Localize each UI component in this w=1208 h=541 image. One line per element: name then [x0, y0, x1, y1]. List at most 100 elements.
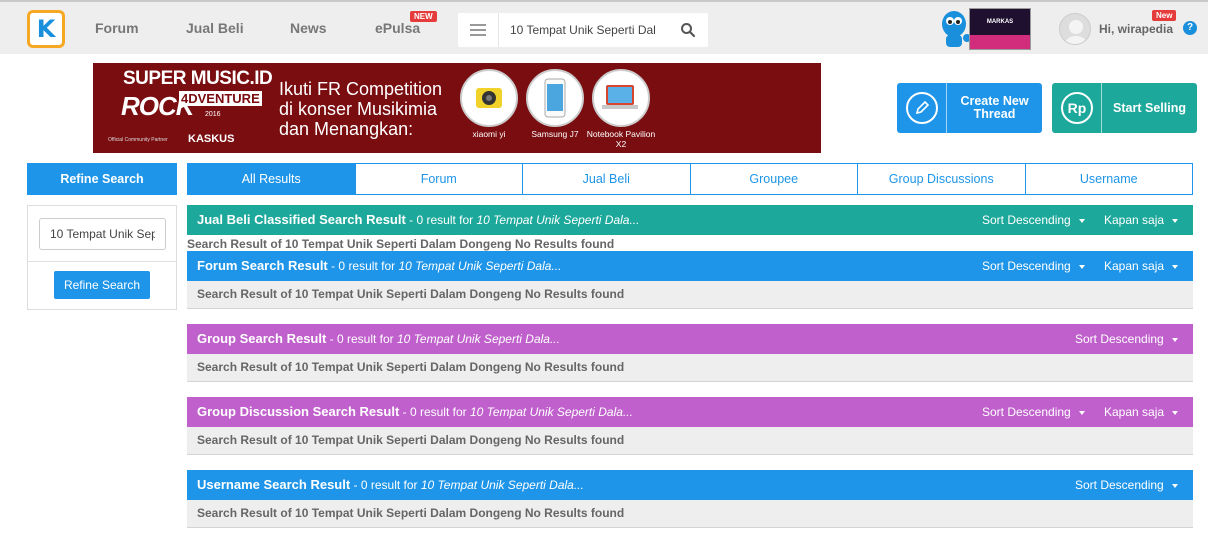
jualbeli-query: 10 Tempat Unik Seperti Dala...: [476, 213, 640, 227]
nav-epulsa[interactable]: ePulsa: [375, 20, 420, 36]
rupiah-icon: Rp: [1061, 92, 1093, 124]
forum-time-dropdown[interactable]: Kapan saja: [1104, 259, 1179, 273]
nav-jual-beli[interactable]: Jual Beli: [186, 20, 244, 36]
group-title-text: Group Search Result: [197, 331, 327, 346]
laptop-icon: [592, 69, 650, 127]
banner-partner: Official Community Partner: [108, 137, 168, 143]
jualbeli-sort-dropdown[interactable]: Sort Descending: [982, 213, 1085, 227]
search-icon[interactable]: [680, 22, 696, 38]
time-label: Kapan saja: [1104, 405, 1165, 419]
banner-brand: SUPER MUSIC.ID: [123, 68, 273, 89]
nav-news[interactable]: News: [290, 20, 327, 36]
search-bar: [458, 13, 708, 47]
groupdisc-query: 10 Tempat Unik Seperti Dala...: [469, 405, 633, 419]
jualbeli-result-header: Jual Beli Classified Search Result - 0 r…: [187, 205, 1193, 235]
groupdisc-title-text: Group Discussion Search Result: [197, 404, 400, 419]
user-new-badge: New: [1152, 10, 1177, 21]
refine-search-button[interactable]: Refine Search: [54, 271, 150, 299]
chevron-down-icon: [1078, 218, 1085, 223]
time-label: Kapan saja: [1104, 259, 1165, 273]
username-sort-dropdown[interactable]: Sort Descending: [1075, 478, 1178, 492]
username-result-header: Username Search Result - 0 result for 10…: [187, 470, 1193, 500]
tab-username[interactable]: Username: [1025, 164, 1192, 194]
forum-result-body: Search Result of 10 Tempat Unik Seperti …: [187, 281, 1193, 309]
time-label: Kapan saja: [1104, 213, 1165, 227]
groupdisc-result-header: Group Discussion Search Result - 0 resul…: [187, 397, 1193, 427]
refine-search-panel: Refine Search: [27, 205, 177, 310]
sort-label: Sort Descending: [982, 213, 1071, 227]
search-divider: [498, 13, 499, 47]
jualbeli-time-dropdown[interactable]: Kapan saja: [1104, 213, 1179, 227]
refine-divider: [28, 261, 176, 262]
sort-label: Sort Descending: [982, 405, 1071, 419]
groupdisc-result-title: Group Discussion Search Result - 0 resul…: [197, 404, 633, 419]
group-count: - 0 result for: [326, 332, 397, 346]
forum-result-title: Forum Search Result - 0 result for 10 Te…: [197, 258, 561, 273]
username-result-title: Username Search Result - 0 result for 10…: [197, 477, 584, 492]
groupdisc-sort-dropdown[interactable]: Sort Descending: [982, 405, 1085, 419]
pencil-icon: [906, 92, 938, 124]
refine-search-header: Refine Search: [27, 163, 177, 195]
promo-banner-text: MARKAS: [986, 19, 1014, 25]
chevron-down-icon: [1171, 337, 1178, 342]
tab-group-discussions[interactable]: Group Discussions: [858, 164, 1026, 194]
user-avatar[interactable]: [1059, 13, 1091, 45]
username-title-text: Username Search Result: [197, 477, 351, 492]
forum-title-text: Forum Search Result: [197, 258, 328, 273]
username-count: - 0 result for: [350, 478, 421, 492]
groupdisc-count: - 0 result for: [399, 405, 470, 419]
group-result-title: Group Search Result - 0 result for 10 Te…: [197, 331, 560, 346]
refine-search-input[interactable]: [39, 218, 166, 250]
groupdisc-time-dropdown[interactable]: Kapan saja: [1104, 405, 1179, 419]
start-selling-icon-wrap: Rp: [1052, 83, 1102, 133]
banner-kaskus: KASKUS: [188, 133, 235, 145]
chevron-down-icon: [1078, 410, 1085, 415]
banner-year: 2016: [205, 111, 221, 118]
create-thread-icon-wrap: [897, 83, 947, 133]
chevron-down-icon: [1172, 410, 1179, 415]
promo-banner-ad[interactable]: SUPER MUSIC.ID ROCK 4DVENTURE 2016 Offic…: [93, 63, 821, 153]
jualbeli-result-body: Search Result of 10 Tempat Unik Seperti …: [187, 237, 615, 251]
group-query: 10 Tempat Unik Seperti Dala...: [397, 332, 560, 346]
mascot-icon[interactable]: [938, 8, 972, 50]
chevron-down-icon: [1078, 264, 1085, 269]
event-promo-banner[interactable]: MARKAS: [969, 8, 1031, 50]
group-result-header: Group Search Result - 0 result for 10 Te…: [187, 324, 1193, 354]
forum-count: - 0 result for: [327, 259, 399, 273]
smartphone-icon: [526, 69, 584, 127]
forum-result-header: Forum Search Result - 0 result for 10 Te…: [187, 251, 1193, 281]
nav-forum[interactable]: Forum: [95, 20, 139, 36]
jualbeli-result-title: Jual Beli Classified Search Result - 0 r…: [197, 212, 639, 227]
search-input[interactable]: [510, 21, 660, 39]
chevron-down-icon: [1171, 483, 1178, 488]
username-query: 10 Tempat Unik Seperti Dala...: [420, 478, 584, 492]
sort-label: Sort Descending: [982, 259, 1071, 273]
result-tabs: All Results Forum Jual Beli Groupee Grou…: [187, 163, 1193, 195]
create-thread-label: Create New Thread: [960, 94, 1029, 121]
logo-letter: K: [36, 15, 56, 43]
tab-all-results[interactable]: All Results: [188, 164, 356, 194]
start-selling-label: Start Selling: [1113, 100, 1186, 115]
forum-query: 10 Tempat Unik Seperti Dala...: [398, 259, 562, 273]
tab-jual-beli[interactable]: Jual Beli: [523, 164, 691, 194]
banner-headline: Ikuti FR Competition di konser Musikimia…: [279, 79, 443, 139]
prize-label-3: Notebook Pavilion X2: [586, 129, 656, 149]
start-selling-button[interactable]: Rp Start Selling: [1052, 83, 1197, 133]
xiaomi-camera-icon: [460, 69, 518, 127]
tab-forum[interactable]: Forum: [355, 164, 523, 194]
new-badge: NEW: [410, 11, 437, 22]
banner-adventure: 4DVENTURE: [179, 91, 262, 106]
chevron-down-icon: [1172, 218, 1179, 223]
jualbeli-count: - 0 result for: [405, 213, 477, 227]
user-greeting[interactable]: Hi, wirapedia: [1099, 22, 1173, 36]
create-thread-button[interactable]: Create New Thread: [897, 83, 1042, 133]
hamburger-menu-icon[interactable]: [470, 24, 486, 36]
group-sort-dropdown[interactable]: Sort Descending: [1075, 332, 1178, 346]
tab-groupee[interactable]: Groupee: [690, 164, 858, 194]
kaskus-logo[interactable]: K: [27, 10, 65, 48]
jualbeli-title-text: Jual Beli Classified Search Result: [197, 212, 406, 227]
group-result-body: Search Result of 10 Tempat Unik Seperti …: [187, 354, 1193, 382]
top-navbar: K Forum Jual Beli News ePulsa NEW MARKAS…: [0, 0, 1208, 54]
help-icon[interactable]: ?: [1183, 21, 1197, 35]
forum-sort-dropdown[interactable]: Sort Descending: [982, 259, 1085, 273]
